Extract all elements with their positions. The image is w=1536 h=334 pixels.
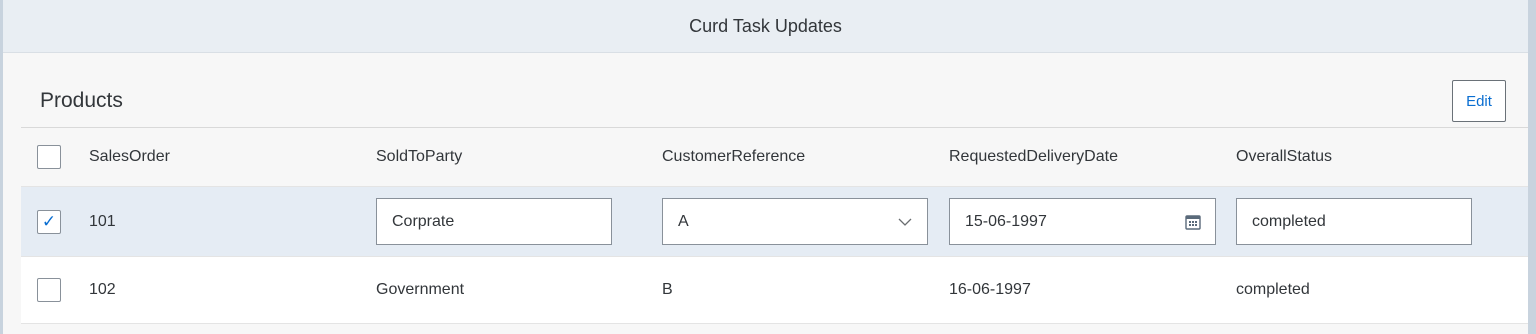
- table-row[interactable]: 102 Government B 16-06-1997 completed: [21, 257, 1528, 324]
- page-content: Products Edit SalesOrder SoldToParty Cus…: [3, 53, 1528, 334]
- column-header-customerreference[interactable]: CustomerReference: [662, 128, 805, 186]
- row-checkbox[interactable]: ✓: [37, 209, 61, 234]
- window-frame-right: [1528, 0, 1536, 334]
- column-header-soldtoparty[interactable]: SoldToParty: [376, 128, 462, 186]
- check-icon: ✓: [41, 212, 57, 231]
- customerreference-select[interactable]: A: [662, 198, 928, 245]
- soldtoparty-input[interactable]: Corprate: [376, 198, 612, 245]
- table-header-row: SalesOrder SoldToParty CustomerReference…: [21, 128, 1528, 187]
- table-title: Products: [40, 89, 123, 112]
- soldtoparty-cell: Government: [376, 281, 465, 298]
- requesteddeliverydate-picker[interactable]: 15-06-1997: [949, 198, 1216, 245]
- requesteddeliverydate-cell: 16-06-1997: [949, 281, 1031, 298]
- customerreference-value: A: [678, 212, 689, 230]
- chevron-down-icon[interactable]: [883, 218, 927, 226]
- app-header: Curd Task Updates: [3, 0, 1528, 53]
- requesteddeliverydate-value: 15-06-1997: [965, 212, 1047, 230]
- row-checkbox[interactable]: [37, 278, 61, 302]
- column-header-overallstatus[interactable]: OverallStatus: [1236, 128, 1332, 186]
- table-toolbar: Products Edit: [21, 75, 1506, 127]
- overallstatus-value: completed: [1252, 212, 1326, 230]
- column-header-salesorder[interactable]: SalesOrder: [89, 128, 170, 186]
- overallstatus-input[interactable]: completed: [1236, 198, 1472, 245]
- soldtoparty-value: Corprate: [392, 212, 455, 230]
- app-title: Curd Task Updates: [689, 15, 842, 36]
- customerreference-cell: B: [662, 281, 673, 298]
- calendar-icon[interactable]: [1171, 214, 1215, 230]
- column-header-requesteddeliverydate[interactable]: RequestedDeliveryDate: [949, 128, 1118, 186]
- salesorder-cell: 102: [89, 281, 116, 298]
- overallstatus-cell: completed: [1236, 281, 1310, 298]
- edit-button[interactable]: Edit: [1452, 80, 1506, 122]
- table-row[interactable]: ✓ 101 Corprate A 15-06-1997 completed: [21, 187, 1528, 257]
- products-table: SalesOrder SoldToParty CustomerReference…: [21, 127, 1528, 324]
- salesorder-cell: 101: [89, 212, 116, 230]
- select-all-checkbox[interactable]: [37, 145, 61, 169]
